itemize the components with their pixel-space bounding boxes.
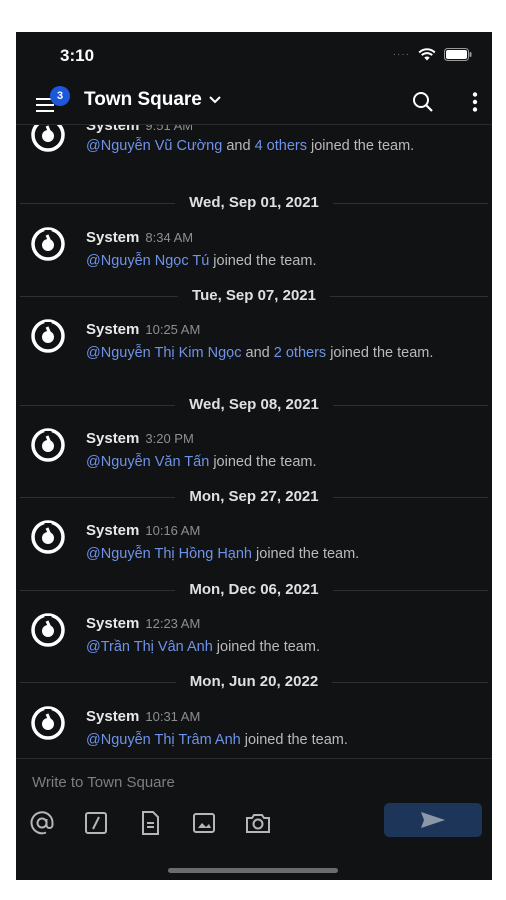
slash-command-icon [85, 812, 107, 834]
date-separator: Mon, Jun 20, 2022 [16, 672, 492, 692]
post-message: @Nguyễn Thị Trâm Anh joined the team. [86, 732, 348, 748]
mention-link[interactable]: @Nguyễn Ngọc Tú [86, 253, 209, 269]
mention-link[interactable]: @Nguyễn Vũ Cường [86, 138, 222, 154]
more-vertical-icon [472, 92, 478, 112]
camera-icon [246, 814, 270, 833]
post-message: @Nguyễn Ngọc Tú joined the team. [86, 253, 317, 269]
chevron-down-icon [209, 96, 221, 104]
post-author: System 8:34 AM [86, 229, 194, 246]
unread-badge: 3 [50, 86, 70, 106]
post-time: 9:51 AM [145, 125, 194, 133]
system-avatar-icon [31, 520, 65, 554]
post-message: @Nguyễn Thị Hồng Hạnh joined the team. [86, 546, 360, 562]
post-message: @Nguyễn Vũ Cường and 4 others joined the… [86, 138, 415, 154]
camera-button[interactable] [244, 809, 272, 837]
send-button[interactable] [384, 803, 482, 837]
channel-title-button[interactable]: Town Square [84, 89, 222, 111]
post-author: System 3:20 PM [86, 430, 194, 447]
attach-file-button[interactable] [136, 809, 164, 837]
date-separator: Wed, Sep 08, 2021 [16, 395, 492, 415]
system-avatar-icon [31, 227, 65, 261]
system-avatar-icon [31, 613, 65, 647]
date-separator: Mon, Dec 06, 2021 [16, 580, 492, 600]
mention-link[interactable]: @Nguyễn Thị Hồng Hạnh [86, 546, 252, 562]
post-message: @Nguyễn Thị Kim Ngọc and 2 others joined… [86, 345, 434, 361]
mention-link[interactable]: @Nguyễn Thị Trâm Anh [86, 732, 241, 748]
message-input[interactable] [30, 773, 474, 792]
others-link[interactable]: 4 others [255, 138, 307, 154]
system-avatar-icon [31, 125, 65, 152]
date-separator: Tue, Sep 07, 2021 [16, 286, 492, 306]
date-separator: Wed, Sep 01, 2021 [16, 193, 492, 213]
menu-button[interactable]: 3 [36, 86, 70, 116]
post-time: 10:16 AM [145, 523, 201, 538]
more-options-button[interactable] [472, 91, 478, 118]
date-separator: Mon, Sep 27, 2021 [16, 487, 492, 507]
file-icon [142, 811, 159, 835]
post-message: @Trần Thị Vân Anh joined the team. [86, 639, 320, 655]
message-list[interactable]: System 9:51 AM @Nguyễn Vũ Cường and 4 oth… [16, 125, 492, 757]
post-time: 10:31 AM [145, 709, 201, 724]
post-time: 10:25 AM [145, 322, 201, 337]
wifi-icon [418, 48, 436, 61]
post-time: 12:23 AM [145, 616, 201, 631]
system-avatar-icon [31, 428, 65, 462]
others-link[interactable]: 2 others [274, 345, 326, 361]
channel-header: 3 Town Square [16, 82, 492, 125]
image-icon [193, 813, 215, 833]
channel-title: Town Square [84, 89, 202, 110]
mention-link[interactable]: @Trần Thị Vân Anh [86, 639, 213, 655]
mention-link[interactable]: @Nguyễn Thị Kim Ngọc [86, 345, 242, 361]
slash-command-button[interactable] [82, 809, 110, 837]
post-message: @Nguyễn Văn Tấn joined the team. [86, 454, 317, 470]
composer [16, 758, 492, 880]
post-author: System 10:16 AM [86, 522, 201, 539]
status-bar: 3:10 ···· [16, 32, 492, 80]
post-author: System 10:25 AM [86, 321, 201, 338]
send-icon [421, 812, 445, 828]
battery-icon [444, 48, 472, 61]
post-time: 3:20 PM [145, 431, 194, 446]
system-avatar-icon [31, 319, 65, 353]
at-sign-icon [30, 811, 54, 835]
home-indicator[interactable] [168, 868, 338, 873]
post-time: 8:34 AM [145, 230, 194, 245]
post-author: System 12:23 AM [86, 615, 201, 632]
status-time: 3:10 [60, 46, 95, 65]
mention-button[interactable] [28, 809, 56, 837]
status-icons: ···· [393, 48, 472, 61]
system-avatar-icon [31, 706, 65, 740]
post-author: System 9:51 AM [86, 125, 193, 134]
post: System 9:51 AM @Nguyễn Vũ Cường and 4 oth… [16, 125, 492, 183]
mention-link[interactable]: @Nguyễn Văn Tấn [86, 454, 209, 470]
signal-icon: ···· [392, 49, 410, 60]
attach-image-button[interactable] [190, 809, 218, 837]
search-icon [413, 92, 433, 112]
phone-screen: 3:10 ···· 3 Town Square System 9:51 AM @… [16, 32, 492, 880]
search-button[interactable] [412, 91, 434, 118]
post-author: System 10:31 AM [86, 708, 201, 725]
